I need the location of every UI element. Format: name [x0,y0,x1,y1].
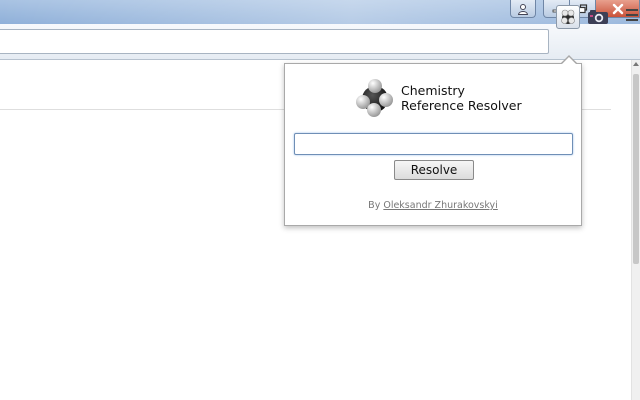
popup-title-line2: Reference Resolver [401,98,522,113]
author-link[interactable]: Oleksandr Zhurakovskyi [383,200,497,211]
scroll-thumb[interactable] [633,74,639,264]
browser-toolbar [0,24,640,60]
browser-menu-button[interactable] [624,9,640,25]
molecule-icon [561,9,575,24]
hamburger-menu-icon [624,9,640,21]
camera-extension-button[interactable] [586,5,610,29]
camera-icon [588,10,608,24]
profile-icon [517,3,529,15]
author-byline: By Oleksandr Zhurakovskyi [285,200,581,211]
resolve-button[interactable]: Resolve [394,160,474,180]
close-icon [612,3,623,14]
address-bar[interactable] [0,29,549,54]
extension-popup: Chemistry Reference Resolver Resolve By … [284,63,582,226]
chemistry-extension-button[interactable] [556,5,580,29]
molecule-logo-icon [356,79,393,117]
byline-prefix: By [368,200,381,211]
popup-pointer-inner [561,57,577,65]
page-scrollbar[interactable] [631,60,640,400]
popup-title-line1: Chemistry [401,83,465,98]
reference-input[interactable] [294,133,573,155]
scroll-up-icon[interactable] [633,62,639,66]
profile-button[interactable] [510,0,536,18]
